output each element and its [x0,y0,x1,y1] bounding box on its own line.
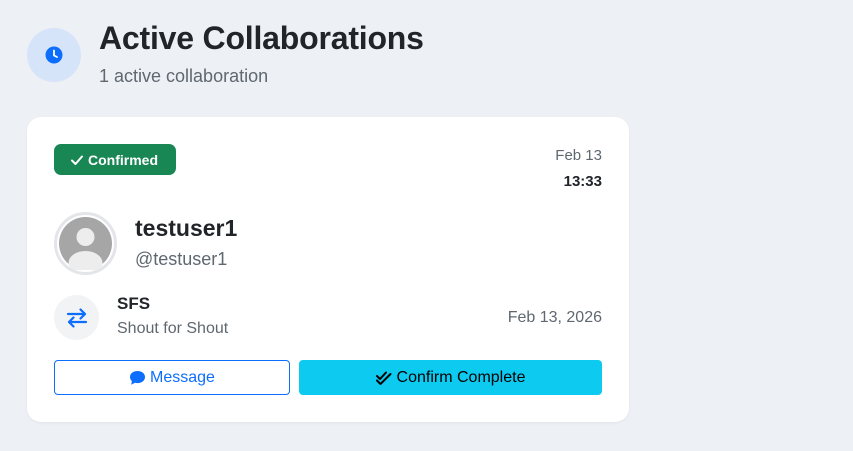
page-title: Active Collaborations [99,20,424,56]
chat-bubble-icon [130,370,146,385]
default-avatar-icon [59,217,112,270]
user-name[interactable]: testuser1 [135,215,237,242]
user-handle: @testuser1 [135,249,228,269]
status-label: Confirmed [88,151,158,168]
collaboration-time: 13:33 [563,173,602,190]
collab-scheduled-date: Feb 13, 2026 [507,309,602,326]
confirm-button-label: Confirm Complete [396,368,526,386]
message-button[interactable]: Message [54,360,290,395]
message-button-label: Message [150,368,215,386]
check-icon [71,155,83,165]
page-subtitle: 1 active collaboration [99,66,269,86]
avatar[interactable] [54,212,117,275]
status-badge: Confirmed [54,144,176,175]
collaboration-date: Feb 13 [555,147,602,164]
swap-arrows-icon [66,307,87,328]
confirm-complete-button[interactable]: Confirm Complete [299,360,602,395]
collaboration-card: Confirmed Feb 13 13:33 testuser1 @testus… [27,117,629,422]
clock-icon [45,46,63,64]
collab-type-description: Shout for Shout [117,320,229,337]
double-check-icon [375,371,392,385]
header-clock-badge [27,28,81,82]
collab-type: SFS [117,294,151,313]
collab-type-badge [54,295,99,340]
